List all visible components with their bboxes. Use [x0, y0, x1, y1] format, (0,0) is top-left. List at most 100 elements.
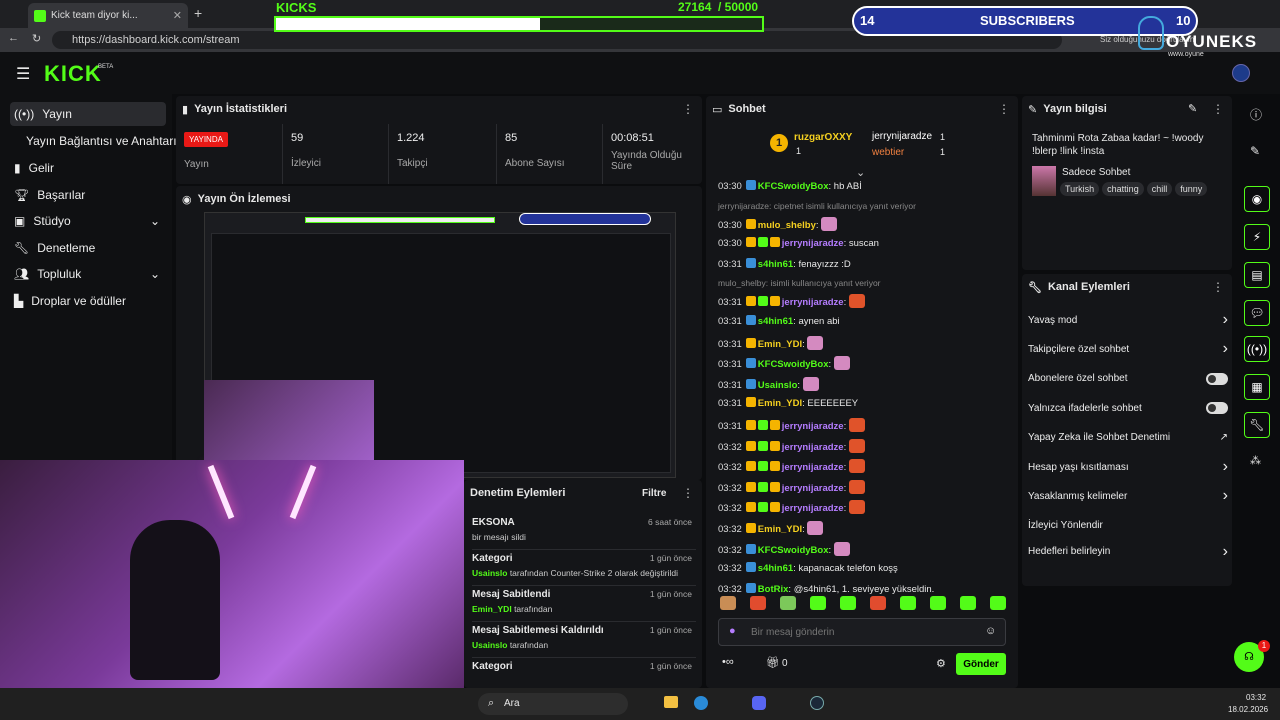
more-icon[interactable]: ⋮ — [682, 486, 694, 500]
chat-message[interactable]: 03:31 s4hin61: aynen abi — [718, 315, 840, 327]
gift-icon[interactable]: 🎁︎ — [766, 656, 780, 669]
chat-username[interactable]: mulo_shelby — [758, 220, 816, 231]
channel-action-item[interactable]: Hesap yaşı kısıtlaması › — [1028, 457, 1228, 477]
chat-username[interactable]: KFCSwoidyBox — [758, 545, 829, 556]
tag-chip[interactable]: funny — [1175, 182, 1208, 196]
category-name[interactable]: Sadece Sohbet — [1062, 167, 1130, 178]
chat-username[interactable]: jerrynijaradze — [782, 503, 844, 514]
chat-message[interactable]: 03:32 jerrynijaradze: — [718, 438, 865, 453]
chat-bubble-icon[interactable]: 💬︎ — [1244, 300, 1270, 326]
moderation-item[interactable]: EKSONA 6 saat önce bir mesajı sildi — [472, 514, 696, 550]
document-icon[interactable]: ▤ — [1244, 262, 1270, 288]
chat-input[interactable] — [751, 624, 971, 640]
more-icon[interactable]: ⋮ — [682, 102, 694, 116]
camera-action-icon[interactable]: ◉ — [1244, 186, 1270, 212]
mic-icon[interactable]: ● — [729, 625, 736, 637]
channel-action-item[interactable]: Takipçilere özel sohbet › — [1028, 339, 1228, 359]
emote-icon[interactable] — [870, 596, 886, 610]
channel-action-item[interactable]: İzleyici Yönlendir — [1028, 516, 1228, 536]
more-icon[interactable]: ⋮ — [1212, 102, 1224, 116]
chat-username[interactable]: jerrynijaradze — [782, 442, 844, 453]
chat-username[interactable]: jerrynijaradze — [782, 238, 844, 249]
chat-message[interactable]: 03:31 Usainslo: — [718, 376, 819, 391]
menu-icon[interactable]: ☰ — [16, 64, 30, 84]
tag-chip[interactable]: Turkish — [1060, 182, 1100, 196]
flash-icon[interactable]: ⚡︎ — [1244, 224, 1270, 250]
chat-message[interactable]: 03:32 Emin_YDI: — [718, 521, 824, 535]
chat-username[interactable]: KFCSwoidyBox — [758, 359, 829, 370]
emote-icon[interactable] — [930, 596, 946, 610]
chat-message[interactable]: 03:31 KFCSwoidyBox: — [718, 356, 850, 371]
sidebar-item-basarilar[interactable]: 🏆︎ Başarılar — [10, 183, 166, 207]
chat-reply-context[interactable]: mulo_shelby: isimli kullanıcıya yanıt ve… — [718, 278, 881, 289]
chevron-right-icon[interactable]: › — [1223, 487, 1228, 505]
sidebar-item-droplar[interactable]: ▙ Droplar ve ödüller — [10, 289, 166, 313]
chat-reply-context[interactable]: jerrynijaradze: cipetnet isimli kullanıc… — [718, 201, 916, 212]
chevron-right-icon[interactable]: › — [1223, 311, 1228, 329]
chat-username[interactable]: jerrynijaradze — [782, 421, 844, 432]
emote-icon[interactable] — [750, 596, 766, 610]
chat-message[interactable]: 03:32 KFCSwoidyBox: — [718, 541, 850, 556]
chat-message[interactable]: 03:30 jerrynijaradze: suscan — [718, 237, 879, 249]
tag-chip[interactable]: chatting — [1102, 182, 1144, 196]
file-explorer-icon[interactable] — [664, 696, 678, 708]
sidebar-item-studyo[interactable]: ▣ Stüdyo ⌄ — [10, 209, 166, 233]
emoji-icon[interactable]: ☺ — [985, 625, 996, 637]
emote-icon[interactable] — [840, 596, 856, 610]
filter-button[interactable]: Filtre — [642, 488, 666, 499]
chat-username[interactable]: s4hin61 — [758, 259, 793, 270]
chat-message[interactable]: 03:32 jerrynijaradze: — [718, 459, 865, 474]
emote-icon[interactable] — [900, 596, 916, 610]
channel-action-item[interactable]: Abonelere özel sohbet — [1028, 369, 1228, 389]
channel-action-item[interactable]: Yalnızca ifadelerle sohbet — [1028, 398, 1228, 418]
taskbar-search[interactable]: ⌕ Ara — [478, 693, 628, 715]
chat-username[interactable]: Emin_YDI — [758, 398, 802, 409]
moderation-item[interactable]: Mesaj Sabitlendi 1 gün önce Emin_YDI taraf… — [472, 586, 696, 622]
sidebar-item-yayin[interactable]: ((•)) Yayın — [10, 102, 166, 126]
chat-message[interactable]: 03:31 Emin_YDI: EEEEEEEY — [718, 397, 858, 409]
chevron-right-icon[interactable]: › — [1223, 340, 1228, 358]
toggle-switch[interactable] — [1206, 402, 1228, 415]
broadcast-icon[interactable]: ((•)) — [1244, 336, 1270, 362]
back-icon[interactable]: ← — [8, 32, 19, 44]
tag-chip[interactable]: chill — [1146, 182, 1173, 196]
edit-icon[interactable]: ✎ — [1250, 144, 1260, 158]
channel-action-item[interactable]: Yapay Zeka ile Sohbet Denetimi ↗ — [1028, 428, 1228, 448]
emote-icon[interactable] — [990, 596, 1006, 610]
send-button[interactable]: Gönder — [956, 653, 1006, 675]
edit-icon[interactable]: ✎ — [1188, 102, 1197, 115]
chat-message[interactable]: 03:31 jerrynijaradze: — [718, 294, 865, 309]
chat-username[interactable]: Emin_YDI — [758, 339, 802, 350]
chat-message[interactable]: 03:31 jerrynijaradze: — [718, 418, 865, 432]
chat-username[interactable]: BotRix — [758, 584, 789, 595]
kick-logo[interactable]: KICK — [44, 61, 102, 87]
close-tab-icon[interactable]: ✕ — [173, 9, 182, 22]
chat-username[interactable]: Usainslo — [758, 380, 798, 391]
chat-username[interactable]: KFCSwoidyBox — [758, 181, 829, 192]
emote-icon[interactable] — [780, 596, 796, 610]
scroll-down-icon[interactable]: ⌄ — [856, 166, 865, 179]
channel-action-item[interactable]: Yasaklanmış kelimeler › — [1028, 486, 1228, 506]
avatar[interactable] — [1232, 64, 1250, 82]
chat-message[interactable]: 03:32 BotRix: @s4hin61, 1. seviyeye yükse… — [718, 582, 934, 595]
chat-message[interactable]: 03:30 KFCSwoidyBox: hb ABİ — [718, 180, 862, 192]
chat-input-box[interactable]: ● ☺ — [718, 618, 1006, 646]
external-link-icon[interactable]: ↗ — [1220, 432, 1228, 443]
emote-icon[interactable] — [960, 596, 976, 610]
channel-action-item[interactable]: Yavaş mod › — [1028, 310, 1228, 330]
chat-message[interactable]: 03:31 Emin_YDI: — [718, 335, 824, 350]
moderation-item[interactable]: Mesaj Sabitlemesi Kaldırıldı 1 gün önce Us… — [472, 622, 696, 658]
apps-icon[interactable]: ⁂ — [1250, 454, 1261, 467]
chat-username[interactable]: Emin_YDI — [758, 524, 802, 535]
points-icon[interactable]: •∞ — [722, 656, 734, 668]
chat-username[interactable]: jerrynijaradze — [782, 297, 844, 308]
sidebar-item-topluluk[interactable]: 👥︎ Topluluk ⌄ — [10, 262, 166, 286]
chat-username[interactable]: s4hin61 — [758, 563, 793, 574]
browser-tab[interactable]: Kick team diyor ki... ✕ — [28, 3, 188, 28]
discord-icon[interactable] — [752, 696, 766, 710]
sidebar-item-gelir[interactable]: ▮ Gelir — [10, 156, 166, 180]
chevron-right-icon[interactable]: › — [1223, 458, 1228, 476]
moderation-item[interactable]: Kategori 1 gün önce — [472, 658, 696, 686]
settings-gear-icon[interactable]: ⚙ — [936, 657, 946, 670]
chat-username[interactable]: s4hin61 — [758, 316, 793, 327]
